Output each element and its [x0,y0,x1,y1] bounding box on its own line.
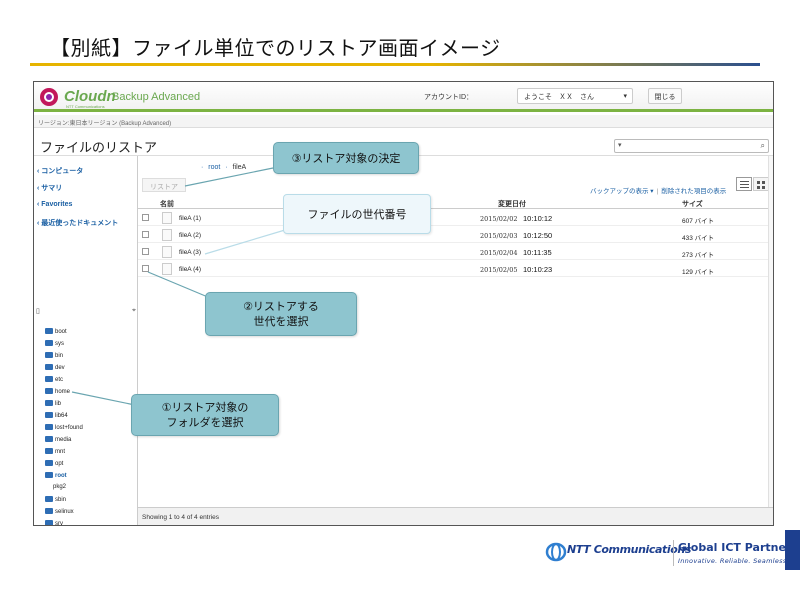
callout-step2: ②リストアする 世代を選択 [205,292,357,336]
ntt-logo: NTT Communications Global ICT Partner In… [545,536,791,571]
callout-generation: ファイルの世代番号 [283,194,431,234]
partner-tagline: Innovative. Reliable. Seamless. [678,557,789,565]
callout-generation-text: ファイルの世代番号 [307,208,407,221]
pointer-line-step1 [71,391,136,406]
callout-step2-line2: 世代を選択 [253,315,309,328]
corner-accent [785,530,800,570]
callout-step1: ①リストア対象の フォルダを選択 [131,394,279,436]
pointer-line-step3 [184,167,274,187]
partner-title: Global ICT Partner [678,541,792,554]
callout-step1-line2: フォルダを選択 [166,416,244,429]
divider [673,540,674,566]
pointer-line-generation [204,229,286,255]
ntt-mark-icon [545,542,567,562]
callout-pointers [71,167,286,406]
callout-step2-line1: ②リストアする [243,300,319,313]
callout-step1-line1: ①リストア対象の [161,401,249,414]
callout-step3-text: ③リストア対象の決定 [291,151,401,165]
callout-step3: ③リストア対象の決定 [273,142,419,174]
